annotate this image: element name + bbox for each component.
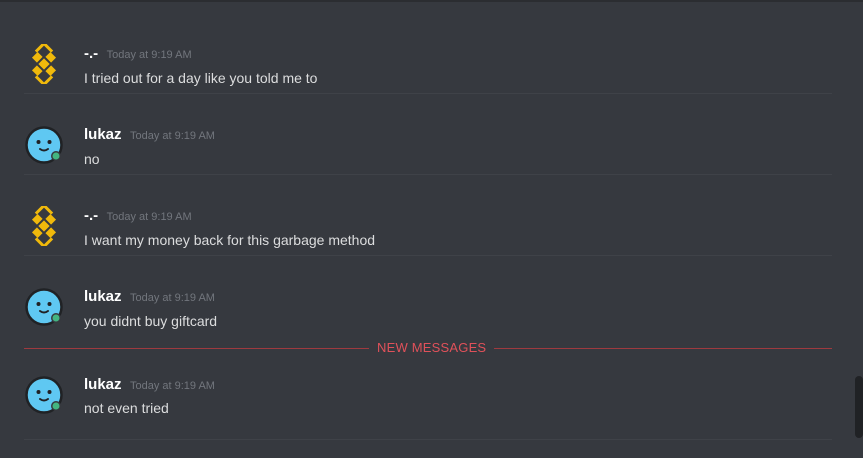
new-messages-label: NEW MESSAGES <box>369 339 495 357</box>
user-avatar[interactable] <box>24 375 64 415</box>
message-divider <box>24 439 832 440</box>
message-header: lukaz Today at 9:19 AM <box>84 125 215 146</box>
timestamp: Today at 9:19 AM <box>129 380 215 392</box>
message-divider <box>24 174 832 175</box>
online-status-icon <box>52 402 60 410</box>
message-content: I want my money back for this garbage me… <box>84 232 376 248</box>
smiley-face-icon <box>25 288 63 326</box>
smiley-face-icon <box>25 126 63 164</box>
message-content: no <box>84 151 100 167</box>
online-status-icon <box>52 152 60 160</box>
user-avatar[interactable] <box>24 287 64 327</box>
timestamp: Today at 9:19 AM <box>106 211 192 223</box>
username[interactable]: lukaz <box>84 288 122 305</box>
timestamp: Today at 9:19 AM <box>129 292 215 304</box>
user-avatar[interactable] <box>24 125 64 165</box>
username[interactable]: -.- <box>84 45 98 62</box>
smiley-face-icon <box>25 376 63 414</box>
online-status-icon <box>52 314 60 322</box>
message-item: lukaz Today at 9:19 AM not even tried <box>0 357 832 440</box>
binance-logo-icon <box>31 206 57 246</box>
message-header: -.- Today at 9:19 AM <box>84 206 192 227</box>
message-header: -.- Today at 9:19 AM <box>84 44 192 65</box>
message-divider <box>24 255 832 256</box>
message-content: I tried out for a day like you told me t… <box>84 70 318 86</box>
message-item: lukaz Today at 9:19 AM no <box>0 95 832 175</box>
message-item: lukaz Today at 9:19 AM you didnt buy gif… <box>0 257 832 337</box>
user-avatar[interactable] <box>24 44 64 84</box>
username[interactable]: lukaz <box>84 126 122 143</box>
message-header: lukaz Today at 9:19 AM <box>84 287 215 308</box>
chat-messages-area: -.- Today at 9:19 AM I tried out for a d… <box>0 0 863 458</box>
new-messages-divider: NEW MESSAGES <box>24 338 832 358</box>
timestamp: Today at 9:19 AM <box>129 130 215 142</box>
message-item: -.- Today at 9:19 AM I want my money bac… <box>0 176 832 256</box>
scrollbar-thumb[interactable] <box>855 376 863 438</box>
binance-logo-icon <box>31 44 57 84</box>
message-header: lukaz Today at 9:19 AM <box>84 375 215 396</box>
message-content: you didnt buy giftcard <box>84 313 218 329</box>
username[interactable]: lukaz <box>84 376 122 393</box>
message-divider <box>24 93 832 94</box>
username[interactable]: -.- <box>84 207 98 224</box>
timestamp: Today at 9:19 AM <box>106 49 192 61</box>
user-avatar[interactable] <box>24 206 64 246</box>
message-content: not even tried <box>84 400 169 416</box>
message-item: -.- Today at 9:19 AM I tried out for a d… <box>0 14 832 94</box>
